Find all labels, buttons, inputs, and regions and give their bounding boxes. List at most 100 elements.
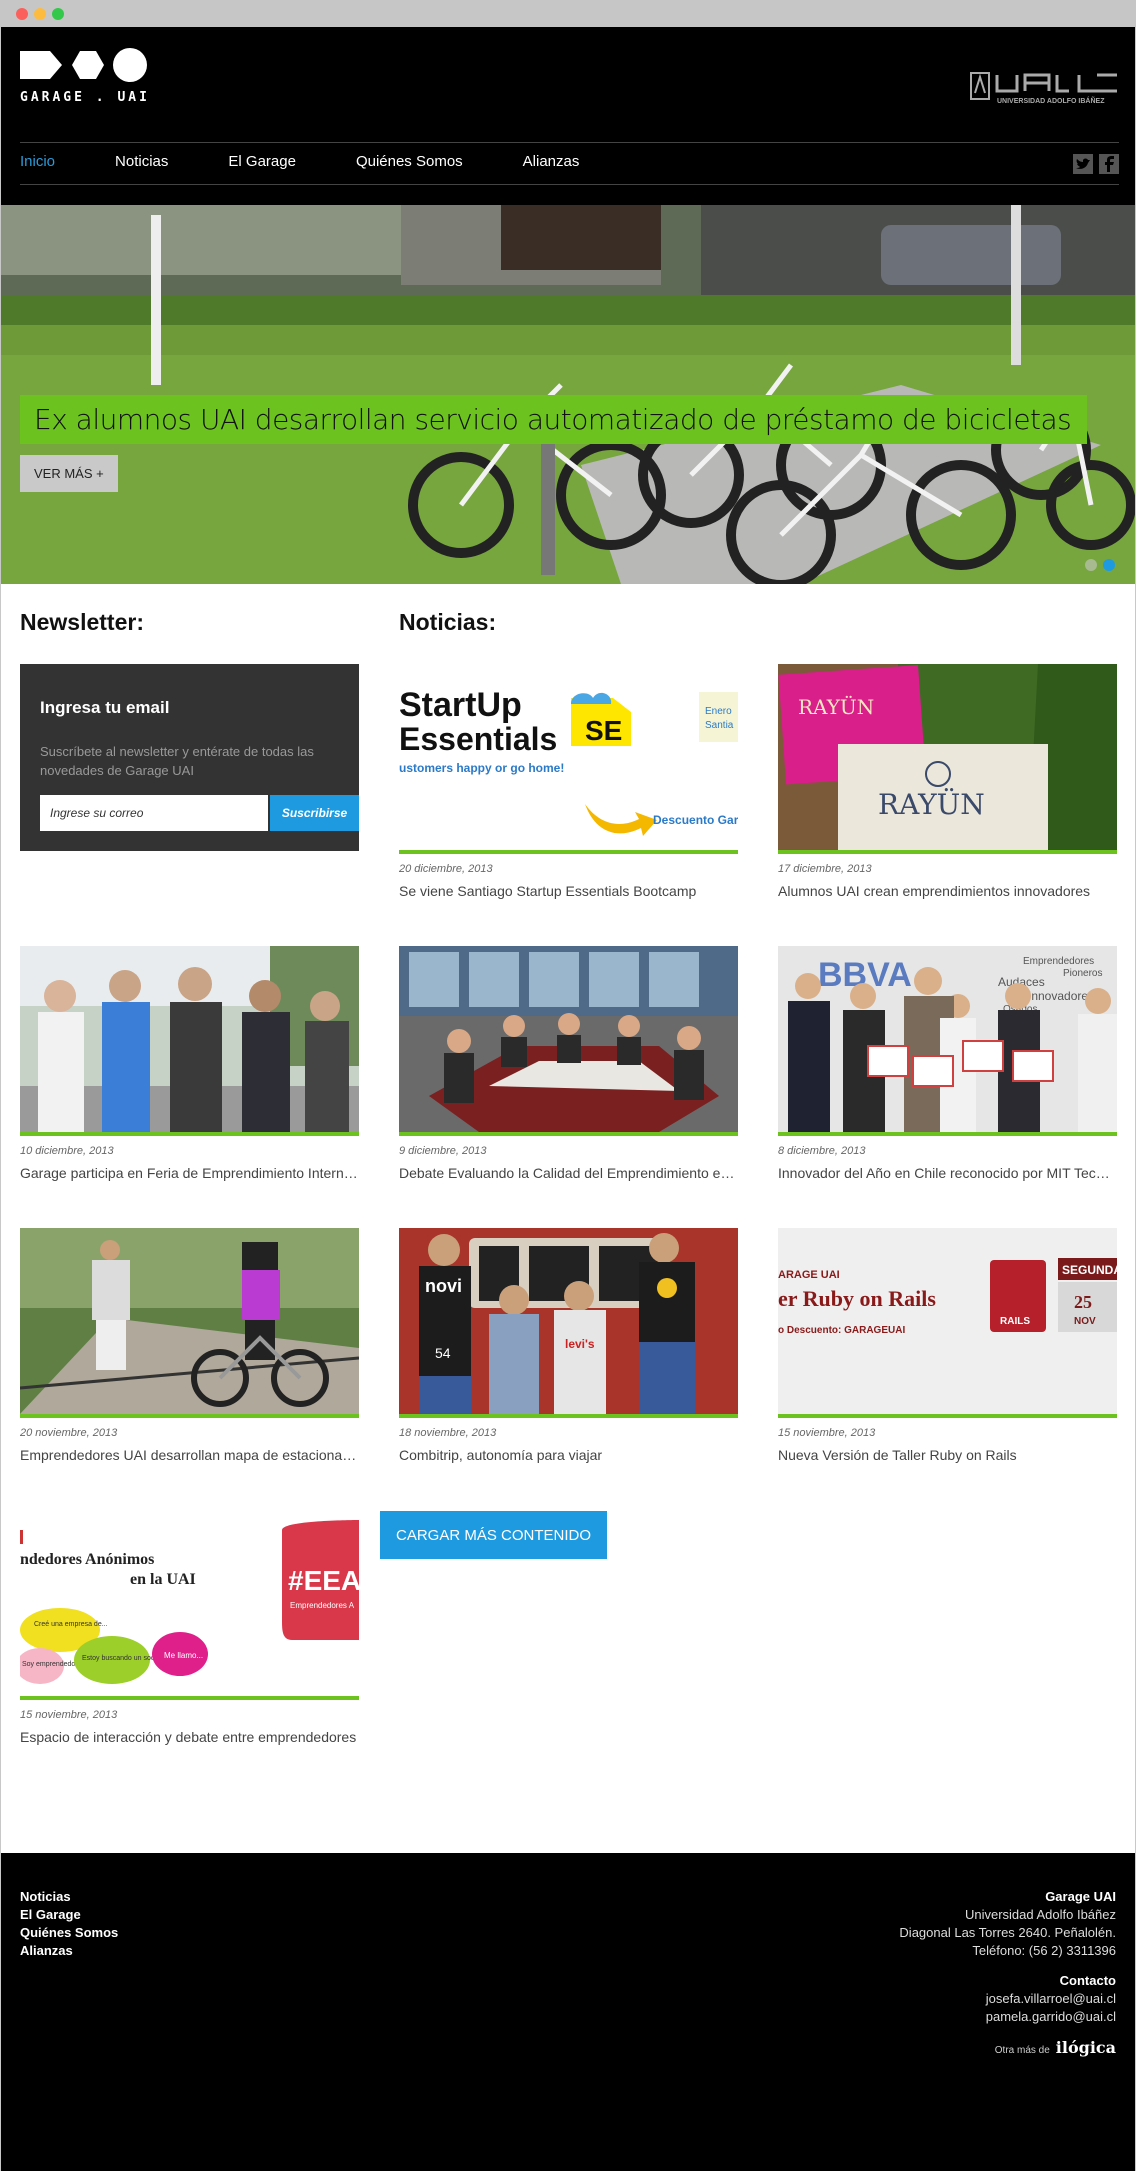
ilogica-logo[interactable]: ilógica — [1056, 2038, 1116, 2057]
uai-logo-text: UNIVERSIDAD ADOLFO IBÁÑEZ — [997, 96, 1105, 105]
news-title[interactable]: Emprendedores UAI desarrollan mapa de es… — [20, 1447, 359, 1463]
news-card-image[interactable]: ARAGE UAI er Ruby on Rails o Descuento: … — [778, 1228, 1117, 1414]
svg-text:StartUp: StartUp — [399, 686, 522, 724]
newsletter-box: Ingresa tu email Suscríbete al newslette… — [20, 664, 359, 851]
news-card-image[interactable] — [20, 1228, 359, 1414]
card-accent-bar — [20, 1414, 359, 1418]
svg-text:Soy emprendedor...: Soy emprendedor... — [22, 1661, 83, 1668]
credit-prefix: Otra más de — [994, 2045, 1050, 2056]
subscribe-button[interactable]: Suscribirse — [270, 795, 359, 831]
news-card-image[interactable]: BBVA Emprendedores Audaces Pioneros Inno… — [778, 946, 1117, 1132]
hero-see-more-button[interactable]: VER MÁS + — [20, 455, 118, 492]
news-card[interactable]: StartUp Essentials ustomers happy or go … — [399, 664, 738, 899]
news-title[interactable]: Nueva Versión de Taller Ruby on Rails — [778, 1447, 1117, 1463]
svg-text:Enero: Enero — [705, 706, 732, 717]
news-title[interactable]: Debate Evaluando la Calidad del Emprendi… — [399, 1165, 738, 1181]
news-card-image[interactable]: novi 54 levi's — [399, 1228, 738, 1414]
news-title[interactable]: Garage participa en Feria de Emprendimie… — [20, 1165, 359, 1181]
footer-link-el-garage[interactable]: El Garage — [20, 1906, 118, 1924]
svg-text:SEGUNDA: SEGUNDA — [1062, 1263, 1117, 1277]
svg-text:Innovadores: Innovadores — [1028, 989, 1094, 1003]
svg-text:SE: SE — [585, 715, 622, 746]
card-accent-bar — [20, 1132, 359, 1136]
facebook-icon[interactable] — [1099, 154, 1119, 174]
logo-text: GARAGE . UAI — [20, 90, 150, 105]
footer-address: Diagonal Las Torres 2640. Peñalolén. — [899, 1925, 1116, 1940]
nav-inicio[interactable]: Inicio — [20, 153, 55, 170]
footer-contact-title: Contacto — [1059, 1973, 1116, 1988]
news-card[interactable]: RAYÜN RAYÜN 17 diciembre, 2013 Alumnos U… — [778, 664, 1117, 899]
page: GARAGE . UAI UNIVERSIDAD ADOLFO IBÁÑEZ I… — [1, 27, 1135, 2171]
card-accent-bar — [399, 850, 738, 854]
hero-dot-2[interactable] — [1103, 559, 1115, 571]
footer-link-alianzas[interactable]: Alianzas — [20, 1942, 118, 1960]
news-card[interactable]: ndedores Anónimos en la UAI #EEA Emprend… — [20, 1510, 359, 1745]
svg-text:Me llamo...: Me llamo... — [164, 1651, 203, 1660]
footer-link-quienes-somos[interactable]: Quiénes Somos — [20, 1924, 118, 1942]
site-header: GARAGE . UAI UNIVERSIDAD ADOLFO IBÁÑEZ I… — [1, 27, 1135, 205]
card-accent-bar — [399, 1414, 738, 1418]
footer-org-line: Universidad Adolfo Ibáñez — [964, 1907, 1116, 1922]
twitter-icon[interactable] — [1073, 154, 1093, 174]
svg-text:ustomers happy or go home!: ustomers happy or go home! — [399, 761, 564, 775]
close-window-icon[interactable] — [16, 8, 28, 20]
news-title[interactable]: Innovador del Año en Chile reconocido po… — [778, 1165, 1117, 1181]
newsletter-email-input[interactable] — [40, 795, 268, 831]
maximize-window-icon[interactable] — [52, 8, 64, 20]
news-date: 18 noviembre, 2013 — [399, 1427, 497, 1439]
main-nav: Inicio Noticias El Garage Quiénes Somos … — [20, 153, 639, 170]
news-date: 10 diciembre, 2013 — [20, 1145, 114, 1157]
news-title[interactable]: Combitrip, autonomía para viajar — [399, 1447, 738, 1463]
hero-caption[interactable]: Ex alumnos UAI desarrollan servicio auto… — [20, 395, 1088, 444]
svg-text:NOV: NOV — [1074, 1316, 1096, 1327]
newsletter-title: Ingresa tu email — [40, 698, 170, 717]
svg-text:RAYÜN: RAYÜN — [798, 694, 874, 719]
svg-text:en la UAI: en la UAI — [130, 1571, 196, 1588]
svg-text:levi's: levi's — [565, 1337, 595, 1351]
news-card[interactable]: 20 noviembre, 2013 Emprendedores UAI des… — [20, 1228, 359, 1463]
nav-alianzas[interactable]: Alianzas — [523, 153, 580, 170]
news-title[interactable]: Alumnos UAI crean emprendimientos innova… — [778, 883, 1117, 899]
minimize-window-icon[interactable] — [34, 8, 46, 20]
hero-dot-1[interactable] — [1085, 559, 1097, 571]
svg-text:novi: novi — [425, 1276, 462, 1296]
newsletter-heading: Newsletter: — [20, 609, 144, 635]
svg-text:54: 54 — [435, 1345, 451, 1361]
footer-link-noticias[interactable]: Noticias — [20, 1888, 118, 1906]
uai-logo[interactable]: UNIVERSIDAD ADOLFO IBÁÑEZ — [969, 71, 1119, 107]
news-date: 9 diciembre, 2013 — [399, 1145, 487, 1157]
news-card-image[interactable]: RAYÜN RAYÜN — [778, 664, 1117, 850]
nav-el-garage[interactable]: El Garage — [228, 153, 296, 170]
news-date: 20 diciembre, 2013 — [399, 863, 493, 875]
news-date: 8 diciembre, 2013 — [778, 1145, 866, 1157]
card-accent-bar — [20, 1696, 359, 1700]
hero-slider[interactable]: Ex alumnos UAI desarrollan servicio auto… — [1, 205, 1135, 584]
load-more-button[interactable]: CARGAR MÁS CONTENIDO — [380, 1511, 607, 1559]
news-card[interactable]: 9 diciembre, 2013 Debate Evaluando la Ca… — [399, 946, 738, 1181]
svg-text:Santia: Santia — [705, 720, 734, 731]
news-card-image[interactable] — [399, 946, 738, 1132]
news-title[interactable]: Se viene Santiago Startup Essentials Boo… — [399, 883, 738, 899]
svg-text:Essentials: Essentials — [399, 721, 557, 757]
news-card[interactable]: BBVA Emprendedores Audaces Pioneros Inno… — [778, 946, 1117, 1181]
svg-text:ndedores Anónimos: ndedores Anónimos — [20, 1551, 154, 1568]
news-card[interactable]: ARAGE UAI er Ruby on Rails o Descuento: … — [778, 1228, 1117, 1463]
nav-noticias[interactable]: Noticias — [115, 153, 168, 170]
card-accent-bar — [778, 1414, 1117, 1418]
news-card-image[interactable]: ndedores Anónimos en la UAI #EEA Emprend… — [20, 1510, 359, 1696]
footer-email[interactable]: josefa.villarroel@uai.cl — [899, 1990, 1116, 2008]
footer-org-title: Garage UAI — [1045, 1889, 1116, 1904]
news-date: 20 noviembre, 2013 — [20, 1427, 118, 1439]
nav-quienes-somos[interactable]: Quiénes Somos — [356, 153, 463, 170]
news-card[interactable]: 10 diciembre, 2013 Garage participa en F… — [20, 946, 359, 1181]
news-card-image[interactable] — [20, 946, 359, 1132]
news-card[interactable]: novi 54 levi's 18 noviembre, 2013 Combit… — [399, 1228, 738, 1463]
svg-text:RAILS: RAILS — [1000, 1316, 1030, 1327]
card-accent-bar — [778, 850, 1117, 854]
news-card-image[interactable]: StartUp Essentials ustomers happy or go … — [399, 664, 738, 850]
garage-logo[interactable] — [20, 45, 180, 125]
footer-email[interactable]: pamela.garrido@uai.cl — [899, 2008, 1116, 2026]
newsletter-text: Suscríbete al newsletter y entérate de t… — [40, 744, 314, 778]
svg-text:Emprendedores A: Emprendedores A — [290, 1601, 355, 1610]
news-title[interactable]: Espacio de interacción y debate entre em… — [20, 1729, 359, 1745]
